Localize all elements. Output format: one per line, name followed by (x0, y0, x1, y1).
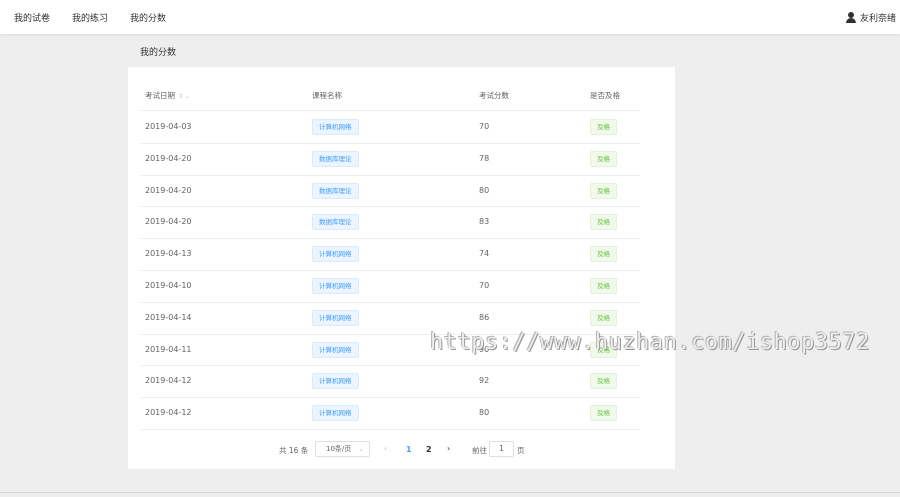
cell-date: 2019-04-10 (145, 280, 192, 290)
column-header-date[interactable]: 考试日期 ⇕ ⌄ (145, 90, 190, 101)
page-title: 我的分数 (140, 48, 177, 58)
table-row: 2019-04-12 计算机网络 80 及格 (140, 398, 640, 430)
cell-score: 70 (479, 280, 490, 290)
course-tag: 计算机网络 (312, 373, 359, 390)
pass-tag: 及格 (590, 182, 617, 199)
course-tag: 计算机网络 (312, 341, 359, 358)
course-tag: 数据库理论 (312, 214, 359, 231)
table-row: 2019-04-11 计算机网络 90 及格 (140, 335, 640, 367)
cell-score: 80 (479, 185, 490, 195)
sort-icon[interactable]: ⇕ ⌄ (178, 93, 190, 100)
cell-score: 92 (479, 376, 490, 386)
chevron-down-icon: ⌄ (358, 445, 364, 453)
user-menu[interactable]: 友利奈绪 (845, 10, 896, 24)
cell-score: 74 (479, 249, 490, 259)
page-size-select[interactable]: 10条/页 ⌄ (315, 441, 370, 457)
pass-tag: 及格 (590, 277, 617, 294)
column-header-course: 课程名称 (312, 91, 342, 100)
table-row: 2019-04-14 计算机网络 86 及格 (140, 303, 640, 335)
cell-date: 2019-04-13 (145, 249, 192, 259)
next-page-button[interactable]: › (447, 444, 450, 453)
footer-divider (0, 492, 900, 493)
user-icon (845, 11, 856, 23)
pass-tag: 及格 (590, 119, 617, 135)
course-tag: 计算机网络 (312, 277, 359, 294)
cell-date: 2019-04-14 (145, 312, 192, 322)
table-body: 2019-04-03 计算机网络 70 及格 2019-04-20 数据库理论 … (140, 112, 640, 430)
pass-tag: 及格 (590, 341, 617, 358)
cell-date: 2019-04-20 (145, 185, 192, 195)
table-row: 2019-04-13 计算机网络 74 及格 (140, 239, 640, 271)
nav-my-papers[interactable]: 我的试卷 (14, 11, 50, 24)
course-tag: 计算机网络 (312, 246, 359, 263)
table-header: 考试日期 ⇕ ⌄ 课程名称 考试分数 是否及格 (140, 87, 640, 111)
prev-page-button[interactable]: ‹ (384, 444, 387, 453)
cell-date: 2019-04-20 (145, 217, 192, 227)
cell-score: 86 (479, 312, 490, 322)
column-header-pass: 是否及格 (590, 91, 620, 100)
top-navbar: 我的试卷 我的练习 我的分数 友利奈绪 (0, 0, 900, 34)
table-row: 2019-04-20 数据库理论 80 及格 (140, 176, 640, 208)
course-tag: 数据库理论 (312, 182, 359, 199)
cell-score: 70 (479, 122, 490, 131)
pagination: 共 16 条 10条/页 ⌄ ‹ 1 2 › 前往 1 页 (128, 441, 675, 459)
table-row: 2019-04-20 数据库理论 78 及格 (140, 144, 640, 176)
column-header-score: 考试分数 (479, 91, 509, 100)
course-tag: 计算机网络 (312, 119, 359, 135)
cell-score: 80 (479, 408, 490, 418)
pagination-total: 共 16 条 (279, 446, 309, 455)
nav-my-practice[interactable]: 我的练习 (72, 11, 108, 24)
cell-date: 2019-04-03 (145, 122, 192, 131)
course-tag: 计算机网络 (312, 309, 359, 326)
nav-my-scores[interactable]: 我的分数 (130, 11, 166, 24)
user-name: 友利奈绪 (859, 13, 896, 24)
cell-score: 90 (479, 344, 490, 354)
goto-page-input[interactable]: 1 (489, 441, 514, 457)
pass-tag: 及格 (590, 150, 617, 167)
goto-label: 前往 (472, 446, 487, 455)
table-row: 2019-04-10 计算机网络 70 及格 (140, 271, 640, 303)
cell-date: 2019-04-20 (145, 153, 192, 163)
pass-tag: 及格 (590, 214, 617, 231)
pass-tag: 及格 (590, 373, 617, 390)
cell-score: 83 (479, 217, 490, 227)
pass-tag: 及格 (590, 405, 617, 422)
page-suffix-label: 页 (517, 446, 525, 455)
pass-tag: 及格 (590, 246, 617, 263)
scores-card: 考试日期 ⇕ ⌄ 课程名称 考试分数 是否及格 2019-04-03 计算机网络 … (128, 67, 675, 469)
cell-score: 78 (479, 153, 490, 163)
cell-date: 2019-04-12 (145, 408, 192, 418)
cell-date: 2019-04-11 (145, 344, 192, 354)
pass-tag: 及格 (590, 309, 617, 326)
course-tag: 数据库理论 (312, 150, 359, 167)
page-2-button[interactable]: 2 (426, 445, 432, 454)
cell-date: 2019-04-12 (145, 376, 192, 386)
table-row: 2019-04-20 数据库理论 83 及格 (140, 207, 640, 240)
course-tag: 计算机网络 (312, 405, 359, 422)
table-row: 2019-04-03 计算机网络 70 及格 (140, 112, 640, 144)
page-1-button[interactable]: 1 (406, 445, 412, 454)
table-row: 2019-04-12 计算机网络 92 及格 (140, 366, 640, 399)
